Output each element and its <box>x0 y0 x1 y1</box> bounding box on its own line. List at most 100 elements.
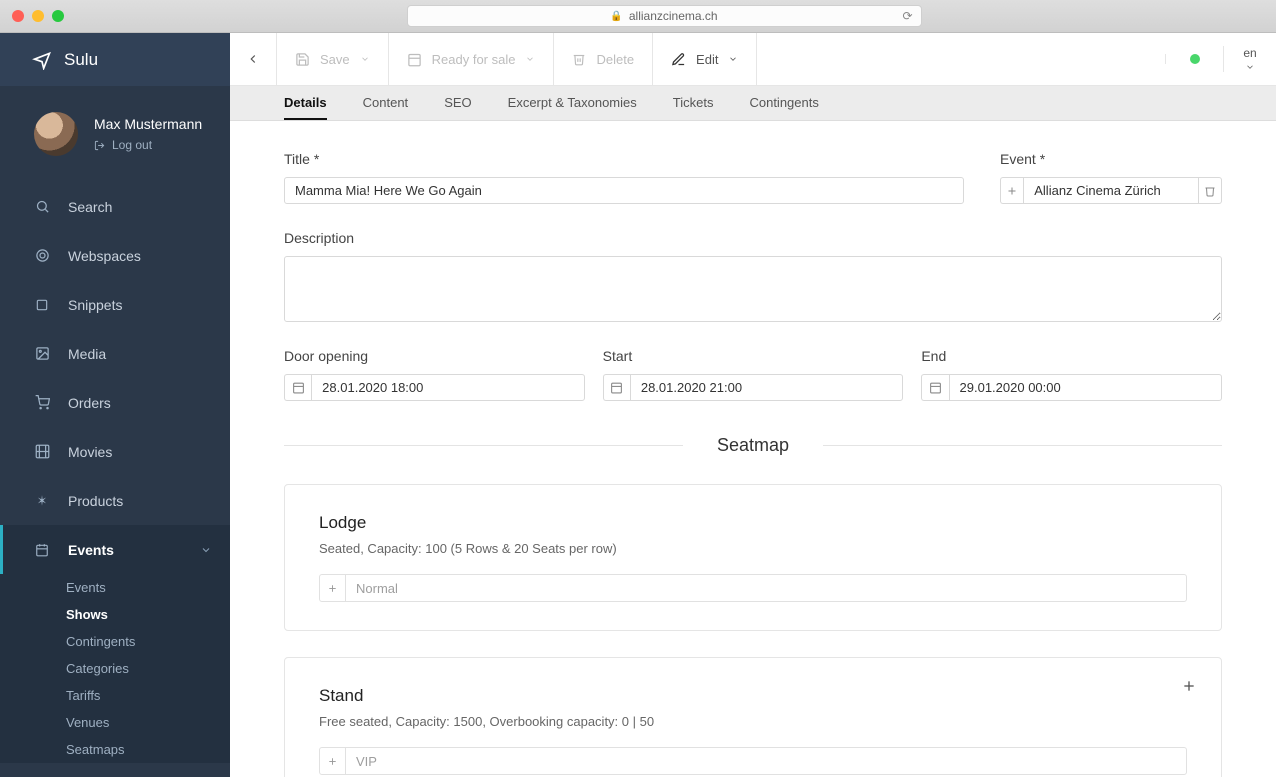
minimize-window-icon[interactable] <box>32 10 44 22</box>
chevron-down-icon <box>525 54 535 64</box>
window-controls <box>12 10 64 22</box>
edit-button[interactable]: Edit <box>653 33 757 85</box>
tab-excerpt[interactable]: Excerpt & Taxonomies <box>508 86 637 120</box>
door-input[interactable] <box>311 374 585 401</box>
sidebar-item-snippets[interactable]: Snippets <box>0 280 230 329</box>
plus-icon <box>327 583 338 594</box>
remove-event-button[interactable] <box>1199 177 1222 204</box>
subnav-item-seatmaps[interactable]: Seatmaps <box>0 736 230 763</box>
subnav-item-tariffs[interactable]: Tariffs <box>0 682 230 709</box>
sidebar-item-webspaces[interactable]: Webspaces <box>0 231 230 280</box>
calendar-icon <box>34 542 50 558</box>
add-tag-button[interactable] <box>320 748 346 774</box>
save-icon <box>295 52 310 67</box>
logout-label: Log out <box>112 138 152 152</box>
subnav-item-contingents[interactable]: Contingents <box>0 628 230 655</box>
subnav-item-events[interactable]: Events <box>0 574 230 601</box>
event-label: Event * <box>1000 151 1222 167</box>
pencil-icon <box>671 52 686 67</box>
description-input[interactable] <box>284 256 1222 322</box>
tab-content[interactable]: Content <box>363 86 409 120</box>
sidebar-item-events[interactable]: Events <box>0 525 230 574</box>
add-event-button[interactable] <box>1000 177 1023 204</box>
trash-icon <box>572 52 586 66</box>
brand[interactable]: Sulu <box>0 33 230 86</box>
section-title: Lodge <box>319 513 1187 533</box>
door-label: Door opening <box>284 348 585 364</box>
calendar-icon[interactable] <box>284 374 311 401</box>
title-input[interactable] <box>284 177 964 204</box>
edit-label: Edit <box>696 52 718 67</box>
save-button[interactable]: Save <box>277 33 389 85</box>
trash-icon <box>1204 185 1216 197</box>
ready-for-sale-button[interactable]: Ready for sale <box>389 33 555 85</box>
sidebar-item-movies[interactable]: Movies <box>0 427 230 476</box>
expand-button[interactable] <box>1181 678 1197 694</box>
tab-details[interactable]: Details <box>284 86 327 120</box>
search-icon <box>34 199 50 215</box>
end-input[interactable] <box>949 374 1223 401</box>
chevron-left-icon <box>246 52 260 66</box>
avatar[interactable] <box>34 112 78 156</box>
status-dot-icon <box>1190 54 1200 64</box>
seatmap-divider: Seatmap <box>284 435 1222 456</box>
image-icon <box>34 346 50 362</box>
calendar-icon[interactable] <box>603 374 630 401</box>
ready-label: Ready for sale <box>432 52 516 67</box>
subnav-item-categories[interactable]: Categories <box>0 655 230 682</box>
section-meta: Free seated, Capacity: 1500, Overbooking… <box>319 714 1187 729</box>
sidebar-item-products[interactable]: Products <box>0 476 230 525</box>
status-indicator[interactable] <box>1165 54 1223 64</box>
start-input[interactable] <box>630 374 904 401</box>
brand-name: Sulu <box>64 50 98 70</box>
tab-tickets[interactable]: Tickets <box>673 86 714 120</box>
tag-value: Normal <box>346 575 1186 601</box>
url-bar[interactable]: 🔒 allianzcinema.ch ⟳ <box>407 5 922 27</box>
cart-icon <box>34 395 50 411</box>
calendar-icon[interactable] <box>921 374 948 401</box>
start-label: Start <box>603 348 904 364</box>
description-label: Description <box>284 230 1222 246</box>
language-label: en <box>1243 46 1256 60</box>
user-name: Max Mustermann <box>94 116 202 132</box>
film-icon <box>34 444 50 460</box>
asterisk-icon <box>34 493 50 509</box>
section-tag-input[interactable]: Normal <box>319 574 1187 602</box>
language-selector[interactable]: en <box>1223 46 1276 72</box>
calendar-icon <box>407 52 422 67</box>
section-tag-input[interactable]: VIP <box>319 747 1187 775</box>
chevron-down-icon <box>360 54 370 64</box>
reload-icon[interactable]: ⟳ <box>902 9 912 23</box>
section-title: Stand <box>319 686 1187 706</box>
save-label: Save <box>320 52 350 67</box>
tabs: Details Content SEO Excerpt & Taxonomies… <box>230 86 1276 121</box>
section-meta: Seated, Capacity: 100 (5 Rows & 20 Seats… <box>319 541 1187 556</box>
nav: Search Webspaces Snippets Media Orders M… <box>0 182 230 763</box>
sidebar-subnav-events: Events Shows Contingents Categories Tari… <box>0 574 230 763</box>
toolbar: Save Ready for sale Delete Edit <box>230 33 1276 86</box>
logout-link[interactable]: Log out <box>94 138 202 152</box>
event-input[interactable] <box>1023 177 1198 204</box>
seatmap-section-lodge: Lodge Seated, Capacity: 100 (5 Rows & 20… <box>284 484 1222 631</box>
browser-chrome: 🔒 allianzcinema.ch ⟳ <box>0 0 1276 33</box>
sidebar-item-label: Products <box>68 493 123 509</box>
sidebar-item-media[interactable]: Media <box>0 329 230 378</box>
maximize-window-icon[interactable] <box>52 10 64 22</box>
subnav-item-venues[interactable]: Venues <box>0 709 230 736</box>
sidebar-item-orders[interactable]: Orders <box>0 378 230 427</box>
back-button[interactable] <box>230 33 277 85</box>
add-tag-button[interactable] <box>320 575 346 601</box>
subnav-item-shows[interactable]: Shows <box>0 601 230 628</box>
sidebar-item-label: Search <box>68 199 112 215</box>
tab-seo[interactable]: SEO <box>444 86 471 120</box>
delete-button[interactable]: Delete <box>554 33 653 85</box>
seatmap-heading: Seatmap <box>717 435 789 456</box>
sidebar-item-search[interactable]: Search <box>0 182 230 231</box>
url-text: allianzcinema.ch <box>629 9 718 23</box>
tag-value: VIP <box>346 748 1186 774</box>
close-window-icon[interactable] <box>12 10 24 22</box>
title-label: Title * <box>284 151 964 167</box>
target-icon <box>34 248 50 264</box>
seatmap-section-stand: Stand Free seated, Capacity: 1500, Overb… <box>284 657 1222 777</box>
tab-contingents[interactable]: Contingents <box>749 86 818 120</box>
